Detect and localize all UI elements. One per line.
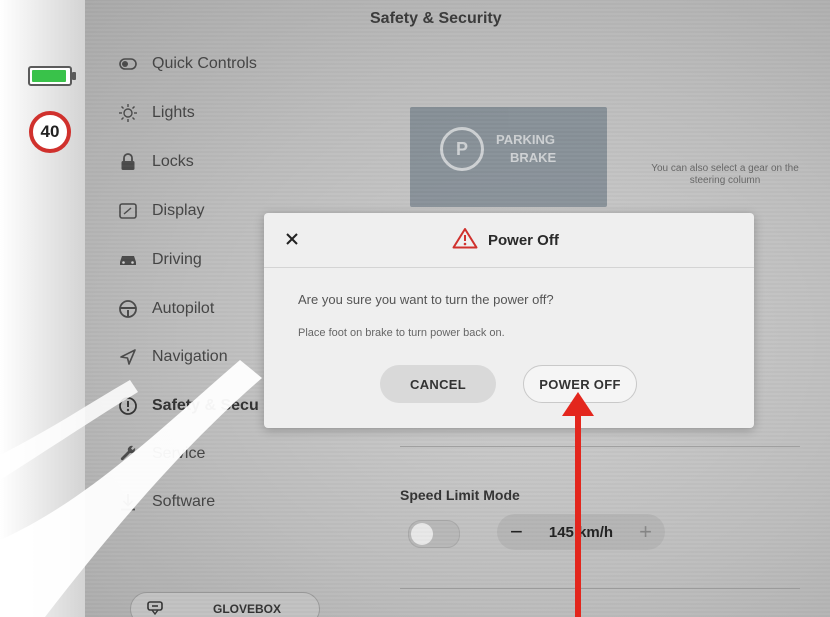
- lock-icon: [118, 152, 138, 172]
- parking-brake-icon: P: [440, 127, 484, 171]
- sidebar-item-label: Driving: [152, 251, 202, 268]
- sidebar-item-label: Display: [152, 202, 205, 219]
- parking-brake-label-1: PARKING: [496, 132, 555, 147]
- sidebar-item-locks[interactable]: Locks: [118, 147, 194, 177]
- divider: [400, 588, 800, 589]
- cancel-button[interactable]: CANCEL: [380, 365, 496, 403]
- speed-limit-mode-toggle[interactable]: [408, 520, 460, 548]
- sidebar-item-display[interactable]: Display: [118, 196, 204, 226]
- navigation-icon: [118, 347, 138, 367]
- sidebar-item-label: Locks: [152, 153, 194, 170]
- speed-limit-stepper[interactable]: − 145 km/h +: [497, 514, 665, 550]
- sidebar-item-autopilot[interactable]: Autopilot: [118, 294, 214, 324]
- sidebar-item-driving[interactable]: Driving: [118, 245, 202, 275]
- sidebar-item-software[interactable]: Software: [118, 487, 215, 517]
- sidebar-item-label: Navigation: [152, 348, 228, 365]
- battery-icon: [28, 66, 76, 86]
- sidebar-item-lights[interactable]: Lights: [118, 98, 195, 128]
- alert-circle-icon: [118, 396, 138, 416]
- sidebar-item-label: Service: [152, 445, 206, 462]
- parking-brake-label-2: BRAKE: [510, 150, 557, 165]
- annotation-arrow-shaft: [575, 412, 581, 617]
- close-icon[interactable]: [282, 229, 302, 249]
- dialog-title: Power Off: [488, 232, 559, 249]
- dialog-message: Are you sure you want to turn the power …: [298, 292, 554, 307]
- glovebox-button[interactable]: GLOVEBOX: [130, 592, 320, 617]
- parking-brake-button[interactable]: P PARKING BRAKE: [410, 107, 607, 207]
- sidebar-item-label: Safety & Secu: [152, 397, 259, 414]
- gear-selection-note: You can also select a gear on the steeri…: [651, 163, 799, 186]
- wrench-icon: [118, 444, 138, 464]
- bulb-icon: [118, 103, 138, 123]
- sidebar-item-service[interactable]: Service: [118, 439, 205, 469]
- divider: [400, 446, 800, 447]
- car-icon: [118, 250, 138, 270]
- sidebar-item-safety-security[interactable]: Safety & Secu: [118, 391, 259, 421]
- speed-limit-value: 40: [40, 122, 60, 141]
- sidebar-item-quick-controls[interactable]: Quick Controls: [118, 49, 257, 79]
- sidebar-item-label: Quick Controls: [152, 55, 257, 72]
- tesla-screen-photo: 40 Safety & Security Quick Controls Ligh…: [0, 0, 830, 617]
- page-title: Safety & Security: [370, 10, 502, 27]
- increase-speed-button[interactable]: +: [639, 519, 652, 545]
- glovebox-icon: [147, 600, 163, 617]
- decrease-speed-button[interactable]: −: [510, 519, 523, 545]
- warning-icon: [452, 227, 478, 254]
- glovebox-label: GLOVEBOX: [213, 602, 282, 616]
- toggle-icon: [118, 54, 138, 74]
- sidebar-item-label: Lights: [152, 104, 195, 121]
- dialog-header: Power Off: [452, 227, 559, 254]
- display-icon: [118, 201, 138, 221]
- speed-limit-mode-label: Speed Limit Mode: [400, 487, 520, 503]
- sidebar-item-label: Software: [152, 493, 216, 510]
- power-off-dialog: Power Off Are you sure you want to turn …: [264, 213, 754, 428]
- dialog-sub-message: Place foot on brake to turn power back o…: [298, 327, 505, 339]
- speed-limit-sign: 40: [29, 111, 71, 153]
- sidebar-item-label: Autopilot: [152, 300, 215, 317]
- sidebar-item-navigation[interactable]: Navigation: [118, 342, 228, 372]
- download-icon: [118, 492, 138, 512]
- steering-wheel-icon: [118, 299, 138, 319]
- divider: [264, 267, 754, 268]
